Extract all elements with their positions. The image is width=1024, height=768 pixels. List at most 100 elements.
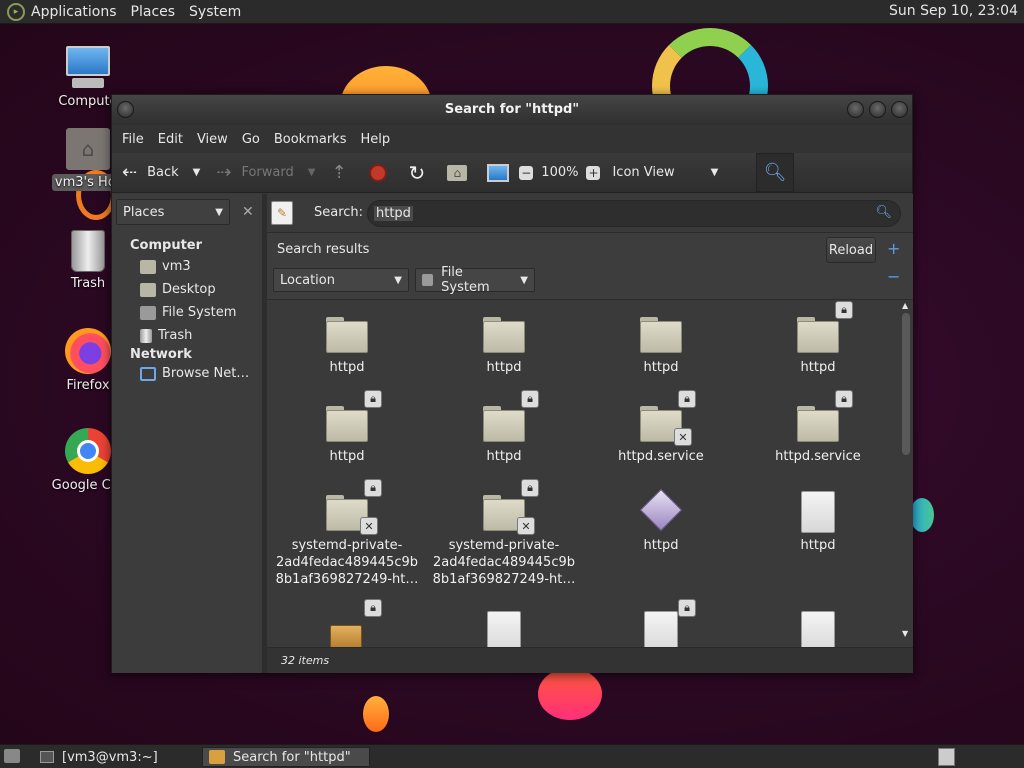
reload-icon[interactable]: ↻ — [409, 161, 426, 185]
file-item[interactable]: httpd — [743, 491, 893, 554]
sidebar-header: Places ▼ ✕ — [112, 194, 262, 230]
file-item-name: httpd — [643, 360, 679, 375]
folder-icon — [324, 313, 370, 355]
menu-bookmarks[interactable]: Bookmarks — [274, 132, 347, 147]
file-item[interactable]: httpd — [586, 488, 736, 554]
menu-help[interactable]: Help — [360, 132, 390, 147]
maximize-button[interactable] — [869, 101, 886, 118]
sidebar-type-label: Places — [123, 204, 165, 220]
file-item[interactable]: 🔒︎ httpd — [429, 390, 579, 465]
sidebar-item-vm3[interactable]: vm3 — [112, 255, 262, 278]
menu-go[interactable]: Go — [242, 132, 260, 147]
wallpaper-orange-drop — [363, 696, 389, 732]
terminal-icon — [40, 751, 54, 763]
file-item-name: httpd — [800, 538, 836, 553]
home-icon[interactable]: ⌂ — [447, 164, 468, 181]
file-item[interactable]: 🔒︎ — [272, 599, 422, 647]
reload-button[interactable]: Reload — [826, 237, 876, 263]
scrollbar-thumb[interactable] — [902, 313, 910, 455]
sidebar-item-desktop[interactable]: Desktop — [112, 278, 262, 301]
forward-button[interactable]: ⇢ Forward — [216, 162, 293, 183]
file-item[interactable] — [429, 611, 579, 647]
menu-edit[interactable]: Edit — [158, 132, 183, 147]
zoom-in-icon[interactable]: + — [586, 165, 601, 180]
taskbar-item-search[interactable]: Search for "httpd" — [202, 747, 370, 767]
file-item-name: httpd — [486, 449, 522, 464]
remove-criterion-icon[interactable]: − — [887, 267, 900, 286]
menu-places[interactable]: Places — [131, 4, 176, 20]
vertical-scrollbar[interactable]: ▲ ▼ — [901, 301, 911, 641]
package-icon: 🔒︎ — [324, 599, 382, 647]
minimize-button[interactable] — [847, 101, 864, 118]
sidebar-item-file-system[interactable]: File System — [112, 301, 262, 324]
search-results-title: Search results — [277, 242, 370, 257]
file-item[interactable]: 🔒︎ ✕ systemd-private-2ad4fedac489445c9b8b1… — [429, 479, 579, 588]
file-item[interactable]: 🔒︎ httpd — [743, 301, 893, 376]
sidebar-type-select[interactable]: Places ▼ — [116, 199, 230, 225]
clock[interactable]: Sun Sep 10, 23:04 — [889, 3, 1018, 19]
search-toggle-button[interactable]: 🔍︎ — [756, 153, 794, 192]
forward-history-dropdown-icon[interactable]: ▼ — [308, 167, 316, 178]
show-desktop-icon[interactable] — [4, 749, 20, 763]
forward-label: Forward — [241, 165, 294, 180]
sidebar-item-label: vm3 — [162, 259, 191, 274]
file-item-name: httpd.service — [775, 449, 861, 464]
unreadable-emblem-icon: ✕ — [674, 428, 692, 446]
sidebar-item-trash[interactable]: Trash — [112, 324, 262, 347]
view-mode-select[interactable]: Icon View — [612, 165, 674, 180]
menu-applications[interactable]: Applications — [31, 4, 117, 20]
taskbar-item-label: Search for "httpd" — [233, 749, 351, 765]
zoom-out-icon[interactable]: − — [519, 165, 534, 180]
status-bar: 32 items — [267, 647, 913, 673]
document-icon — [795, 611, 841, 647]
file-item[interactable]: 🔒︎ httpd.service — [743, 390, 893, 465]
folder-icon — [481, 313, 527, 355]
edit-location-icon[interactable]: ✎ — [271, 201, 293, 225]
stop-icon[interactable] — [368, 163, 387, 182]
window-titlebar[interactable]: Search for "httpd" — [112, 95, 912, 125]
file-item[interactable]: httpd — [272, 313, 422, 376]
file-manager-window: Search for "httpd" File Edit View Go Boo… — [111, 94, 913, 673]
document-icon — [795, 491, 841, 533]
document-icon: 🔒︎ — [638, 599, 696, 647]
back-button[interactable]: ⇠ Back — [122, 162, 179, 183]
search-icon[interactable]: 🔍︎ — [875, 205, 892, 220]
file-item[interactable]: 🔒︎ httpd — [272, 390, 422, 465]
criterion-type-select[interactable]: Location ▼ — [273, 268, 409, 292]
file-item[interactable]: httpd — [586, 313, 736, 376]
drive-icon — [140, 305, 156, 320]
file-item[interactable]: 🔒︎ ✕ httpd.service — [586, 390, 736, 465]
criterion-value-select[interactable]: File System ▼ — [415, 265, 535, 295]
back-history-dropdown-icon[interactable]: ▼ — [193, 167, 201, 178]
lock-emblem-icon: 🔒︎ — [364, 390, 382, 408]
file-item[interactable]: 🔒︎ ✕ systemd-private-2ad4fedac489445c9b8b1… — [272, 479, 422, 588]
menu-file[interactable]: File — [122, 132, 144, 147]
sidebar-item-label: Browse Net… — [162, 366, 250, 381]
file-item-name: httpd — [643, 538, 679, 553]
window-menu-button[interactable] — [117, 101, 134, 118]
folder-icon: 🔒︎ — [795, 390, 853, 444]
sidebar-close-icon[interactable]: ✕ — [242, 204, 254, 220]
menu-view[interactable]: View — [197, 132, 228, 147]
lock-emblem-icon: 🔒︎ — [364, 599, 382, 617]
file-item[interactable]: httpd — [429, 313, 579, 376]
unreadable-emblem-icon: ✕ — [517, 517, 535, 535]
scroll-down-icon[interactable]: ▼ — [902, 629, 908, 638]
up-arrow-icon[interactable]: ⇡ — [331, 162, 346, 183]
file-item[interactable]: 🔒︎ — [586, 599, 736, 647]
computer-icon[interactable] — [487, 163, 510, 182]
add-criterion-icon[interactable]: + — [887, 239, 900, 258]
back-label: Back — [147, 165, 179, 180]
scroll-up-icon[interactable]: ▲ — [902, 301, 908, 310]
file-icon-view[interactable]: httpd httpd httpd 🔒︎ httpd 🔒︎ httpd 🔒︎ httpd 🔒︎ ✕ h… — [267, 301, 901, 647]
folder-icon: 🔒︎ ✕ — [481, 479, 539, 535]
taskbar-item-terminal[interactable]: [vm3@vm3:~] — [34, 747, 200, 767]
menu-system[interactable]: System — [189, 4, 241, 20]
workspace-switcher[interactable] — [938, 748, 955, 766]
sidebar-item-browse-network[interactable]: Browse Net… — [112, 362, 262, 385]
file-item[interactable] — [743, 611, 893, 647]
distro-logo-icon[interactable]: ▸ — [7, 2, 25, 21]
search-input[interactable]: httpd 🔍︎ — [367, 200, 901, 227]
close-button[interactable] — [891, 101, 908, 118]
view-mode-dropdown-icon[interactable]: ▼ — [711, 167, 719, 178]
